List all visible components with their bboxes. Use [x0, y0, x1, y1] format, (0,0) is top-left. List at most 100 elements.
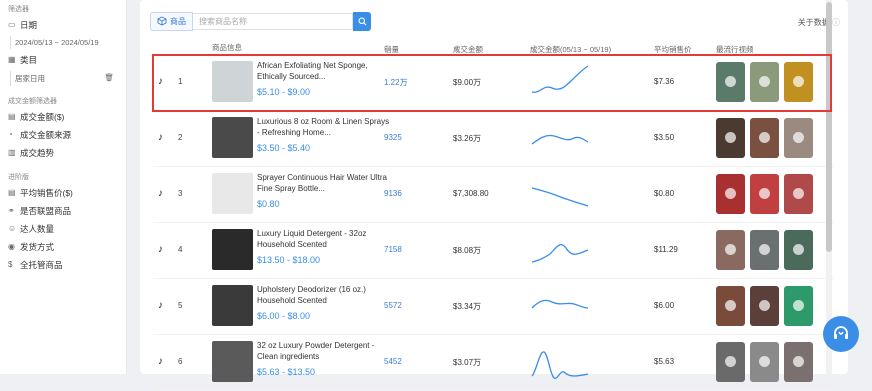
highlight-box: [152, 54, 832, 112]
customer-service-button[interactable]: [823, 316, 859, 352]
date-range-value: 2024/05/13 ~ 2024/05/19: [15, 38, 99, 47]
play-icon: [725, 300, 736, 311]
date-filter[interactable]: ▭ 日期: [0, 16, 126, 34]
sidebar-item-shipping[interactable]: ◉ 发货方式: [0, 238, 126, 256]
search-button[interactable]: [353, 12, 371, 31]
calendar-icon: ▭: [8, 20, 16, 29]
sidebar-item-label: 全托管商品: [20, 260, 63, 270]
video-thumbnail[interactable]: [750, 230, 779, 270]
tiktok-icon: ♪: [158, 300, 163, 311]
product-image[interactable]: [212, 117, 253, 158]
play-icon: [793, 188, 804, 199]
avg-price-value: $11.29: [654, 245, 678, 254]
product-name[interactable]: 32 oz Luxury Powder Detergent - Clean in…: [257, 340, 392, 362]
delete-icon[interactable]: 🗑: [104, 73, 114, 84]
sidebar-item-label: 成交趋势: [20, 148, 55, 158]
sidebar-item-avg-price[interactable]: ▤ 平均销售价($): [0, 184, 126, 202]
product-image[interactable]: [212, 173, 253, 214]
sidebar-item-creators[interactable]: ☺ 达人数量: [0, 220, 126, 238]
popular-videos: [716, 230, 813, 270]
sales-value[interactable]: 7158: [384, 245, 402, 254]
video-thumbnail[interactable]: [716, 118, 745, 158]
cube-icon: [157, 15, 167, 28]
sales-value[interactable]: 9325: [384, 133, 402, 142]
product-image[interactable]: [212, 229, 253, 270]
play-icon: [759, 244, 770, 255]
play-icon: [759, 132, 770, 143]
amount-value: $3.26万: [453, 134, 482, 143]
sidebar-item-label: 发货方式: [20, 242, 55, 252]
table-row[interactable]: ♪ 3 Sprayer Continuous Hair Water Ultra …: [154, 166, 834, 223]
table-row[interactable]: ♪ 6 32 oz Luxury Powder Detergent - Clea…: [154, 334, 834, 391]
table-row[interactable]: ♪ 5 Upholstery Deodorizer (16 oz.) House…: [154, 278, 834, 335]
product-image[interactable]: [212, 341, 253, 382]
video-thumbnail[interactable]: [750, 286, 779, 326]
product-price: $5.63 - $13.50: [257, 367, 316, 377]
sort-icon[interactable]: ⇕: [384, 44, 390, 53]
product-price: $0.80: [257, 199, 280, 209]
product-price: $6.00 - $8.00: [257, 311, 311, 321]
category-filter[interactable]: ▦ 类目: [0, 51, 126, 69]
video-thumbnail[interactable]: [750, 118, 779, 158]
video-thumbnail[interactable]: [784, 118, 813, 158]
search-input[interactable]: 搜索商品名称: [193, 13, 353, 30]
date-filter-label: 日期: [20, 20, 38, 30]
product-name[interactable]: Sprayer Continuous Hair Water Ultra Fine…: [257, 172, 392, 194]
amount-value: $3.07万: [453, 358, 482, 367]
sales-value[interactable]: 5572: [384, 301, 402, 310]
video-thumbnail[interactable]: [716, 230, 745, 270]
user-icon: ☺: [8, 224, 17, 233]
sidebar-item-trend[interactable]: ▥ 成交趋势: [0, 144, 126, 162]
sales-value[interactable]: 5452: [384, 357, 402, 366]
video-thumbnail[interactable]: [784, 174, 813, 214]
sidebar-item-amount-source[interactable]: ◔ 成交金额来源: [0, 126, 126, 144]
video-thumbnail[interactable]: [750, 174, 779, 214]
sort-icon[interactable]: ⇕: [654, 44, 660, 53]
play-icon: [725, 132, 736, 143]
sidebar-item-affiliate[interactable]: ⚭ 是否联盟商品: [0, 202, 126, 220]
rank: 3: [178, 189, 183, 198]
play-icon: [759, 188, 770, 199]
list-icon: ▤: [8, 188, 16, 197]
product-price: $13.50 - $18.00: [257, 255, 321, 265]
video-thumbnail[interactable]: [750, 342, 779, 382]
scrollbar-thumb[interactable]: [826, 2, 832, 252]
trend-sparkline: [531, 351, 589, 379]
product-name[interactable]: Luxury Liquid Detergent - 32oz Household…: [257, 228, 392, 250]
headset-icon: [834, 326, 848, 339]
search-icon: [358, 17, 366, 26]
trend-sparkline: [531, 187, 589, 207]
sort-icon[interactable]: ⇕: [453, 44, 459, 53]
avg-price-value: $0.80: [654, 189, 675, 198]
video-thumbnail[interactable]: [784, 230, 813, 270]
avg-price-value: $3.50: [654, 133, 675, 142]
about-data-link[interactable]: 关于数据 ⓘ: [798, 17, 840, 28]
product-name[interactable]: Upholstery Deodorizer (16 oz.) Household…: [257, 284, 392, 306]
product-image[interactable]: [212, 285, 253, 326]
tiktok-icon: ♪: [158, 188, 163, 199]
video-thumbnail[interactable]: [716, 174, 745, 214]
video-thumbnail[interactable]: [784, 286, 813, 326]
product-name[interactable]: Luxurious 8 oz Room & Linen Sprays - Ref…: [257, 116, 392, 138]
tab-goods[interactable]: 商品: [150, 12, 193, 31]
sidebar-item-managed[interactable]: $ 全托管商品: [0, 256, 126, 274]
section-title-filters: 筛选器: [8, 6, 29, 13]
sidebar-item-amount[interactable]: ▤ 成交金额($): [0, 108, 126, 126]
popular-videos: [716, 342, 813, 382]
sales-value[interactable]: 9136: [384, 189, 402, 198]
rank: 2: [178, 133, 183, 142]
trend-sparkline: [531, 244, 589, 263]
video-thumbnail[interactable]: [716, 342, 745, 382]
video-thumbnail[interactable]: [784, 342, 813, 382]
category-field[interactable]: 居家日用 🗑: [10, 71, 118, 86]
trend-sparkline: [531, 299, 589, 309]
table-row[interactable]: ♪ 4 Luxury Liquid Detergent - 32oz House…: [154, 222, 834, 279]
sidebar-item-label: 平均销售价($): [20, 188, 73, 198]
date-range-field[interactable]: 2024/05/13 ~ 2024/05/19: [10, 36, 118, 49]
avg-price-value: $5.63: [654, 357, 675, 366]
play-icon: [725, 244, 736, 255]
table-row[interactable]: ♪ 2 Luxurious 8 oz Room & Linen Sprays -…: [154, 110, 834, 167]
amount-value: $3.34万: [453, 302, 482, 311]
video-thumbnail[interactable]: [716, 286, 745, 326]
table-header: 商品信息 销量 ⓘ ⇕ 成交金额 ⇕ 成交金额(05/13 ~ 05/19) ⓘ…: [154, 40, 834, 55]
